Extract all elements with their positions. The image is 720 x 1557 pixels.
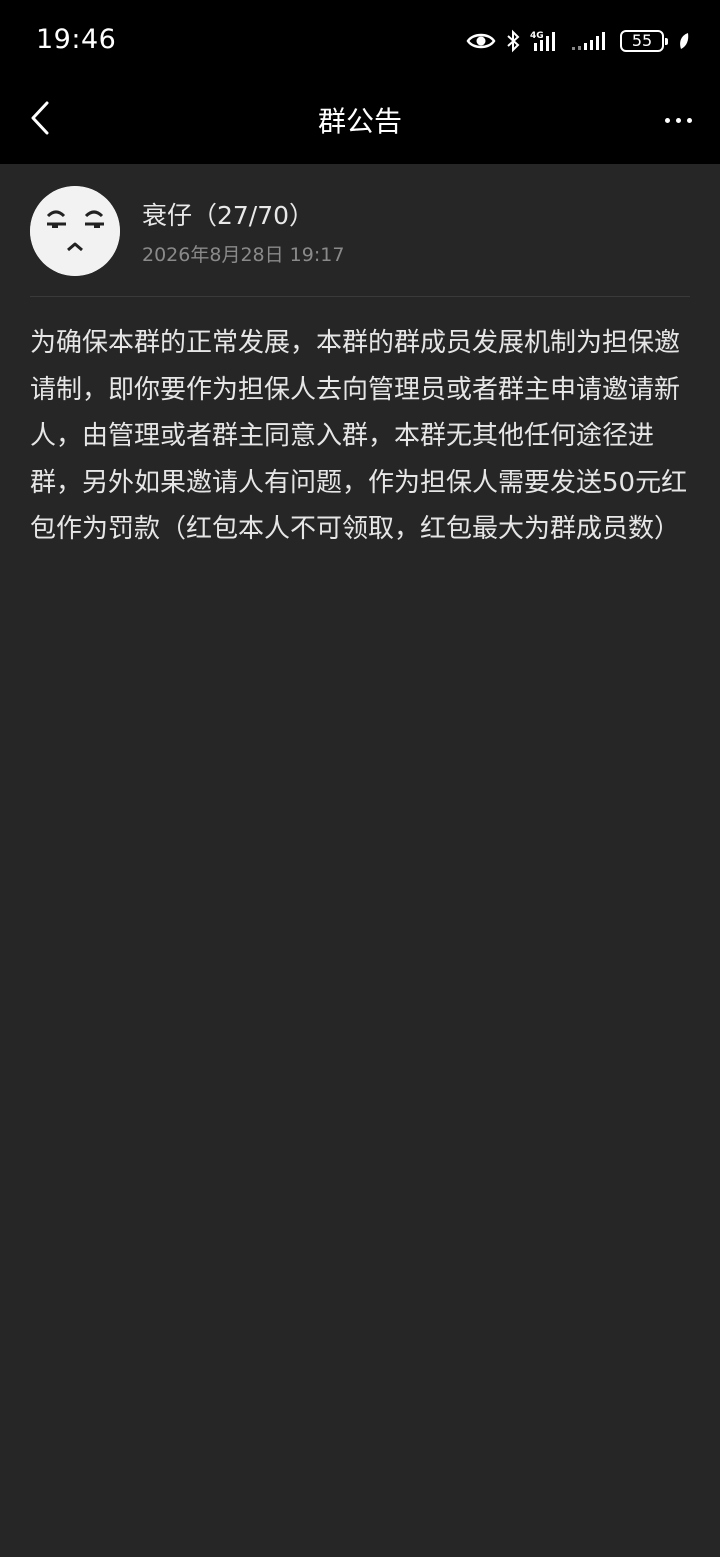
battery-level: 55 bbox=[631, 31, 653, 50]
title-bar: 群公告 bbox=[0, 82, 720, 164]
status-bar: 19:46 4G 55 bbox=[0, 0, 720, 82]
announcement-content: 衰仔（27/70） 2026年8月28日 19:17 为确保本群的正常发展，本群… bbox=[0, 164, 720, 1557]
more-dot bbox=[675, 117, 681, 123]
announcement-body: 为确保本群的正常发展，本群的群成员发展机制为担保邀请制，即你要作为担保人去向管理… bbox=[30, 328, 688, 544]
avatar[interactable] bbox=[30, 186, 120, 276]
status-time: 19:46 bbox=[36, 24, 117, 55]
signal-4g-icon: 4G bbox=[530, 29, 560, 53]
author-row: 衰仔（27/70） 2026年8月28日 19:17 bbox=[30, 186, 690, 278]
post-timestamp: 2026年8月28日 19:17 bbox=[142, 244, 345, 266]
more-options-button[interactable] bbox=[658, 102, 698, 138]
network-type-label: 4G bbox=[530, 31, 544, 41]
divider bbox=[30, 296, 690, 297]
battery-icon: 55 bbox=[620, 30, 668, 52]
page-title: 群公告 bbox=[317, 105, 402, 138]
more-dots-icon bbox=[664, 117, 670, 123]
status-icons: 4G 55 bbox=[466, 24, 690, 58]
signal-icon bbox=[570, 30, 610, 52]
bluetooth-icon bbox=[506, 29, 520, 53]
author-name: 衰仔（27/70） bbox=[142, 201, 315, 230]
eye-icon bbox=[466, 31, 496, 51]
more-dot bbox=[686, 117, 692, 123]
leaf-icon bbox=[678, 32, 690, 50]
face-avatar-icon bbox=[30, 186, 120, 276]
